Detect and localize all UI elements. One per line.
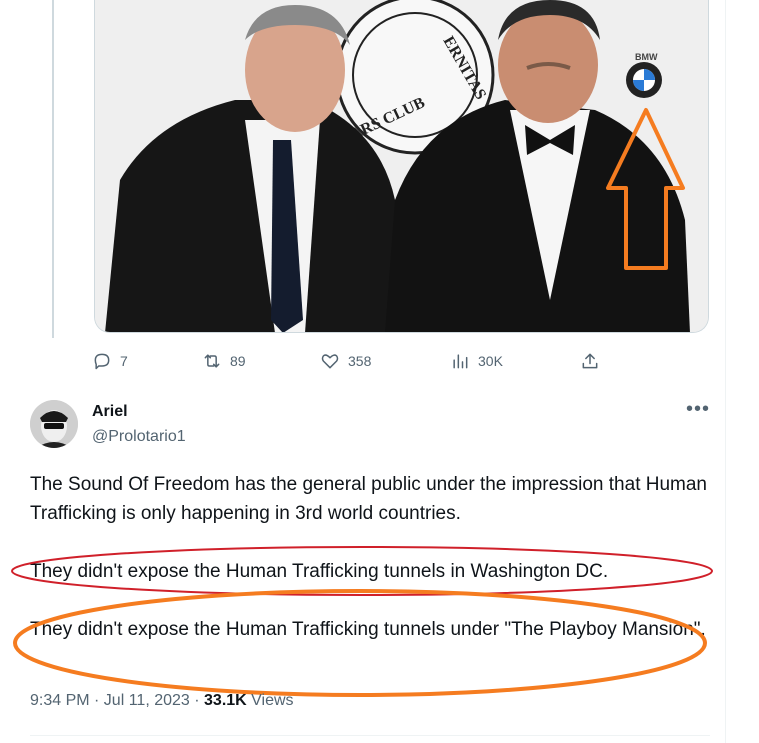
- reply-button[interactable]: 7: [92, 349, 128, 373]
- like-count: 358: [348, 353, 372, 369]
- reply-count: 7: [120, 353, 128, 369]
- repost-count: 89: [230, 353, 246, 369]
- svg-text:BMW: BMW: [635, 52, 658, 62]
- tweet-paragraph-3: They didn't expose the Human Trafficking…: [30, 619, 706, 640]
- reply-icon: [94, 353, 110, 370]
- tweet-media-photo[interactable]: ERNITAS ARS CLUB BMW: [94, 0, 709, 333]
- views-button[interactable]: 30K: [450, 349, 503, 373]
- photo-illustration: ERNITAS ARS CLUB BMW: [95, 0, 708, 332]
- views-icon: [453, 354, 468, 369]
- avatar[interactable]: [30, 400, 78, 448]
- tweet-view-label: Views: [246, 692, 294, 709]
- like-icon: [321, 354, 339, 369]
- like-button[interactable]: 358: [320, 349, 371, 373]
- column-divider: [725, 0, 726, 743]
- repost-icon: [204, 354, 220, 368]
- views-count: 30K: [478, 353, 503, 369]
- tweet-paragraph-2: They didn't expose the Human Trafficking…: [30, 561, 609, 582]
- tweet-view-count: 33.1K: [204, 692, 247, 709]
- more-icon[interactable]: •••: [686, 398, 710, 421]
- tweet-paragraph-1: The Sound Of Freedom has the general pub…: [30, 474, 707, 524]
- tweet-metadata: 9:34 PM · Jul 11, 2023 · 33.1K Views: [30, 692, 294, 710]
- repost-button[interactable]: 89: [202, 349, 246, 373]
- divider: [30, 735, 710, 736]
- share-button[interactable]: [580, 349, 600, 373]
- thread-connector-line: [52, 0, 54, 338]
- tweet-timestamp[interactable]: 9:34 PM · Jul 11, 2023: [30, 692, 190, 709]
- author-name[interactable]: Ariel: [92, 403, 128, 421]
- author-handle[interactable]: @Prolotario1: [92, 428, 186, 446]
- tweet-action-bar: 7 89 358 30K: [92, 349, 612, 373]
- share-icon: [582, 353, 598, 369]
- meta-separator: ·: [189, 692, 205, 709]
